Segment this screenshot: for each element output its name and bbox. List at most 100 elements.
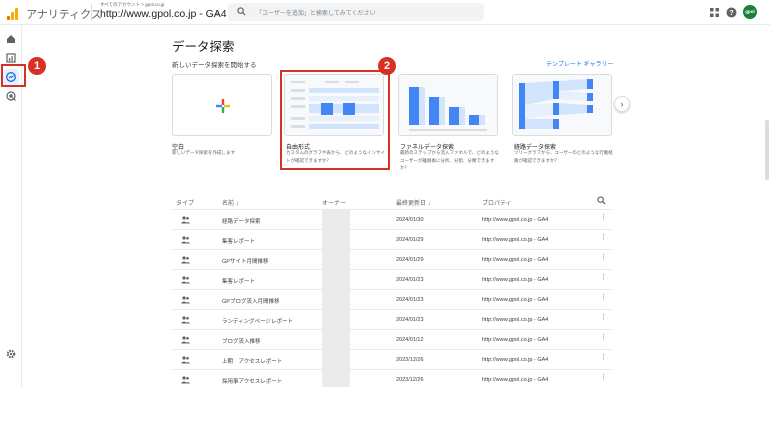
search-placeholder: 「ユーザーを追加」と検索してみてください <box>256 11 376 17</box>
card-desc-funnel: 最新のステップから流入ファネルで、どのようなユーザーが離脱後に分析、分割、分類で… <box>400 150 499 170</box>
highlight-box-explore <box>1 64 26 87</box>
nav-admin[interactable] <box>3 346 19 362</box>
row-name[interactable]: 集客レポート <box>222 237 255 245</box>
template-gallery-link[interactable]: テンプレート ギャラリー <box>546 59 614 68</box>
users-icon <box>181 216 190 224</box>
row-modified-date: 2024/01/29 <box>396 237 424 243</box>
template-card-path[interactable] <box>512 74 612 136</box>
scrollbar[interactable] <box>764 25 770 387</box>
owner-column-redacted <box>322 210 350 387</box>
table-row[interactable]: GPブログ流入月間推移 2024/01/23 http://www.gpol.co.… <box>172 290 612 310</box>
table-row[interactable]: 集客レポート 2024/01/23 http://www.gpol.co.jp - … <box>172 270 612 290</box>
row-name[interactable]: GPブログ流入月間推移 <box>222 297 279 305</box>
apps-grid-icon[interactable] <box>709 7 720 18</box>
column-header-name[interactable]: 名前 ↓ <box>222 198 239 207</box>
row-modified-date: 2024/01/23 <box>396 297 424 303</box>
funnel-chart-thumbnail <box>399 75 497 135</box>
search-box[interactable]: 「ユーザーを追加」と検索してみてください <box>228 3 484 21</box>
scrollbar-thumb[interactable] <box>765 120 769 180</box>
row-modified-date: 2023/12/26 <box>396 357 424 363</box>
row-property: http://www.gpol.co.jp - GA4 <box>482 217 549 223</box>
page-bottom-blank <box>0 387 770 433</box>
search-icon <box>237 7 246 16</box>
row-modified-date: 2024/01/12 <box>396 337 424 343</box>
card-desc-path: ツリーグラフから、ユーザーのどのような行動経路が確認できますか？ <box>514 150 613 163</box>
table-row[interactable]: ランディングページレポート 2024/01/23 http://www.gpol.c… <box>172 310 612 330</box>
gear-icon <box>6 349 16 359</box>
help-icon[interactable]: ? <box>726 7 737 18</box>
more-vert-icon[interactable]: ⋮ <box>600 354 607 361</box>
row-property: http://www.gpol.co.jp - GA4 <box>482 317 549 323</box>
row-property: http://www.gpol.co.jp - GA4 <box>482 277 549 283</box>
card-desc-blank: 新しいデータ探索を作成します <box>172 150 235 155</box>
row-name[interactable]: 上期 アクセスレポート <box>222 357 282 365</box>
search-icon[interactable] <box>597 196 606 205</box>
svg-text:?: ? <box>729 10 733 17</box>
highlight-box-freeform <box>280 70 390 170</box>
users-icon <box>181 356 190 364</box>
top-app-bar: アナリティクス すべてのアカウント > gpol.co.jp http://ww… <box>0 0 770 25</box>
more-vert-icon[interactable]: ⋮ <box>600 214 607 221</box>
divider <box>91 4 92 21</box>
row-name[interactable]: 集客レポート <box>222 277 255 285</box>
row-modified-date: 2023/12/26 <box>396 377 424 383</box>
avatar[interactable]: gpol <box>743 5 757 19</box>
row-property: http://www.gpol.co.jp - GA4 <box>482 357 549 363</box>
more-vert-icon[interactable]: ⋮ <box>600 334 607 341</box>
analytics-logo-icon[interactable] <box>7 8 19 20</box>
table-row[interactable]: ブログ流入推移 2024/01/12 http://www.gpol.co.jp -… <box>172 330 612 350</box>
advertising-icon <box>6 91 16 101</box>
step-badge-2: 2 <box>378 57 396 75</box>
row-property: http://www.gpol.co.jp - GA4 <box>482 337 549 343</box>
row-modified-date: 2024/01/23 <box>396 317 424 323</box>
users-icon <box>181 316 190 324</box>
row-modified-date: 2024/01/29 <box>396 257 424 263</box>
column-header-owner[interactable]: オーナー <box>322 198 346 207</box>
row-modified-date: 2024/01/23 <box>396 277 424 283</box>
template-card-funnel[interactable] <box>398 74 498 136</box>
path-tree-thumbnail <box>513 75 611 135</box>
nav-advertising[interactable] <box>3 88 19 104</box>
page-title: データ探索 <box>172 40 235 54</box>
template-card-blank[interactable] <box>172 74 272 136</box>
more-vert-icon[interactable]: ⋮ <box>600 254 607 261</box>
more-vert-icon[interactable]: ⋮ <box>600 234 607 241</box>
section-label: 新しいデータ探索を開始する <box>172 62 257 69</box>
property-selector[interactable]: http://www.gpol.co.jp - GA4 <box>100 8 227 20</box>
users-icon <box>181 256 190 264</box>
nav-home[interactable] <box>3 31 19 47</box>
reports-icon <box>6 53 16 63</box>
users-icon <box>181 376 190 384</box>
row-name[interactable]: 採用事アクセスレポート <box>222 377 282 385</box>
row-property: http://www.gpol.co.jp - GA4 <box>482 237 549 243</box>
column-header-property[interactable]: プロパティ <box>482 198 512 207</box>
home-icon <box>7 35 15 43</box>
more-vert-icon[interactable]: ⋮ <box>600 294 607 301</box>
chevron-down-icon[interactable]: ▾ <box>216 12 219 18</box>
chevron-right-icon[interactable]: › <box>614 96 630 112</box>
row-name[interactable]: ランディングページレポート <box>222 317 293 325</box>
row-property: http://www.gpol.co.jp - GA4 <box>482 377 549 383</box>
users-icon <box>181 296 190 304</box>
table-row[interactable]: GPサイト月間推移 2024/01/29 http://www.gpol.co.jp… <box>172 250 612 270</box>
row-name[interactable]: 経路データ探索 <box>222 217 261 225</box>
table-header: タイプ 名前 ↓ オーナー 最終更新日 ↓ プロパティ <box>172 193 612 210</box>
users-icon <box>181 336 190 344</box>
row-modified-date: 2024/01/30 <box>396 217 424 223</box>
users-icon <box>181 276 190 284</box>
row-property: http://www.gpol.co.jp - GA4 <box>482 297 549 303</box>
row-name[interactable]: ブログ流入推移 <box>222 337 261 345</box>
row-property: http://www.gpol.co.jp - GA4 <box>482 257 549 263</box>
table-row[interactable]: 上期 アクセスレポート 2023/12/26 http://www.gpol.co.… <box>172 350 612 370</box>
more-vert-icon[interactable]: ⋮ <box>600 374 607 381</box>
more-vert-icon[interactable]: ⋮ <box>600 314 607 321</box>
column-header-modified[interactable]: 最終更新日 ↓ <box>396 198 431 207</box>
plus-icon <box>216 99 230 113</box>
row-name[interactable]: GPサイト月間推移 <box>222 257 268 265</box>
more-vert-icon[interactable]: ⋮ <box>600 274 607 281</box>
column-header-type: タイプ <box>176 201 195 207</box>
step-badge-1: 1 <box>28 57 46 75</box>
table-row[interactable]: 経路データ探索 2024/01/30 http://www.gpol.co.jp -… <box>172 210 612 230</box>
users-icon <box>181 236 190 244</box>
table-row[interactable]: 集客レポート 2024/01/29 http://www.gpol.co.jp - … <box>172 230 612 250</box>
